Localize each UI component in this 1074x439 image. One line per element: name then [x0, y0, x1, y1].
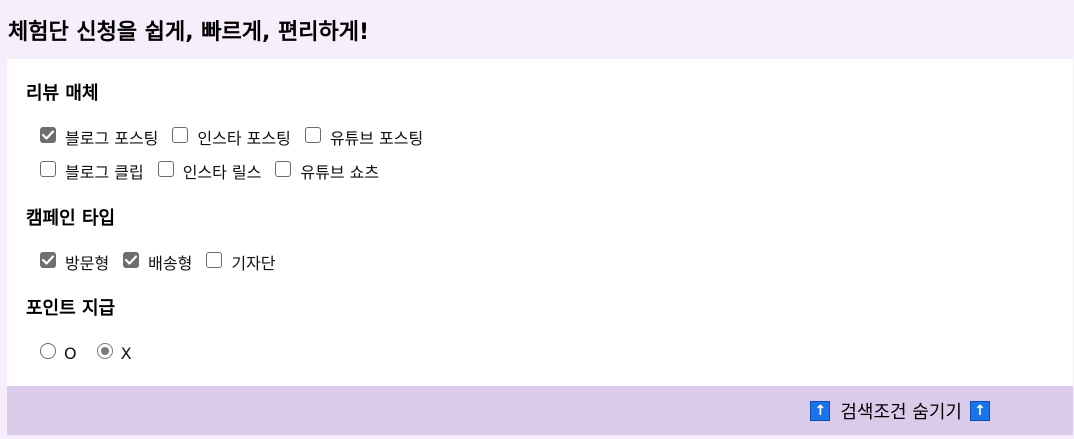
radio-point-o[interactable]: O: [40, 342, 77, 363]
point-o-label: O: [64, 343, 77, 363]
checkbox-youtube-posting[interactable]: 유튜브 포스팅: [304, 123, 424, 148]
up-arrow-icon: ↑: [810, 400, 831, 421]
checkbox-unchecked-icon[interactable]: [275, 161, 292, 177]
checkbox-delivery-type[interactable]: 배송형: [123, 248, 193, 273]
youtube-shorts-label: 유튜브 쇼츠: [300, 163, 380, 182]
checkbox-insta-reels[interactable]: 인스타 릴스: [157, 157, 262, 182]
hide-filters-label: 검색조건 숨기기: [840, 401, 962, 423]
checkbox-checked-icon[interactable]: [123, 252, 140, 268]
checkbox-checked-icon[interactable]: [40, 127, 56, 143]
review-media-title: 리뷰 매체: [26, 83, 99, 104]
review-media-row-2: 블로그 클립 인스타 릴스 유튜브 쇼츠: [40, 157, 393, 182]
checkbox-visit-type[interactable]: 방문형: [40, 248, 110, 273]
checkbox-blog-posting[interactable]: 블로그 포스팅: [40, 123, 159, 148]
search-filter-page: 체험단 신청을 쉽게, 빠르게, 편리하게! 리뷰 매체 블로그 포스팅 인스타…: [0, 0, 1074, 439]
blog-clip-label: 블로그 클립: [65, 163, 144, 182]
checkbox-youtube-shorts[interactable]: 유튜브 쇼츠: [275, 157, 380, 182]
checkbox-checked-icon[interactable]: [40, 252, 56, 268]
point-x-label: X: [120, 343, 132, 363]
up-arrow-icon: ↑: [970, 400, 990, 421]
radio-point-x[interactable]: X: [96, 342, 132, 363]
point-payment-title: 포인트 지급: [26, 298, 116, 319]
hide-filters-toggle[interactable]: ↑ 검색조건 숨기기 ↑: [7, 386, 1073, 435]
checkbox-blog-clip[interactable]: 블로그 클립: [40, 157, 144, 182]
checkbox-unchecked-icon[interactable]: [157, 161, 174, 177]
review-media-row-1: 블로그 포스팅 인스타 포스팅 유튜브 포스팅: [40, 123, 437, 148]
campaign-type-row: 방문형 배송형 기자단: [40, 248, 290, 273]
checkbox-unchecked-icon[interactable]: [304, 127, 321, 143]
visit-type-label: 방문형: [65, 254, 110, 273]
delivery-type-label: 배송형: [148, 254, 193, 273]
blog-posting-label: 블로그 포스팅: [65, 129, 159, 148]
checkbox-unchecked-icon[interactable]: [172, 127, 189, 143]
page-header: 체험단 신청을 쉽게, 빠르게, 편리하게!: [0, 0, 1074, 59]
insta-reels-label: 인스타 릴스: [182, 163, 262, 182]
filter-panel: 리뷰 매체 블로그 포스팅 인스타 포스팅 유튜브 포스팅 블로그 클립 인스타…: [7, 59, 1073, 386]
point-payment-row: O X: [40, 340, 146, 363]
checkbox-insta-posting[interactable]: 인스타 포스팅: [172, 123, 291, 148]
page-title: 체험단 신청을 쉽게, 빠르게, 편리하게!: [8, 19, 369, 45]
insta-posting-label: 인스타 포스팅: [197, 129, 291, 148]
reporter-type-label: 기자단: [231, 254, 276, 273]
radio-dot: [100, 347, 109, 355]
radio-selected-icon[interactable]: [96, 343, 113, 359]
checkbox-unchecked-icon[interactable]: [206, 252, 223, 268]
campaign-type-title: 캠페인 타입: [26, 208, 116, 229]
checkbox-unchecked-icon[interactable]: [40, 161, 56, 177]
radio-unselected-icon[interactable]: [40, 343, 56, 359]
checkbox-reporter-type[interactable]: 기자단: [206, 248, 276, 273]
youtube-posting-label: 유튜브 포스팅: [329, 129, 424, 148]
